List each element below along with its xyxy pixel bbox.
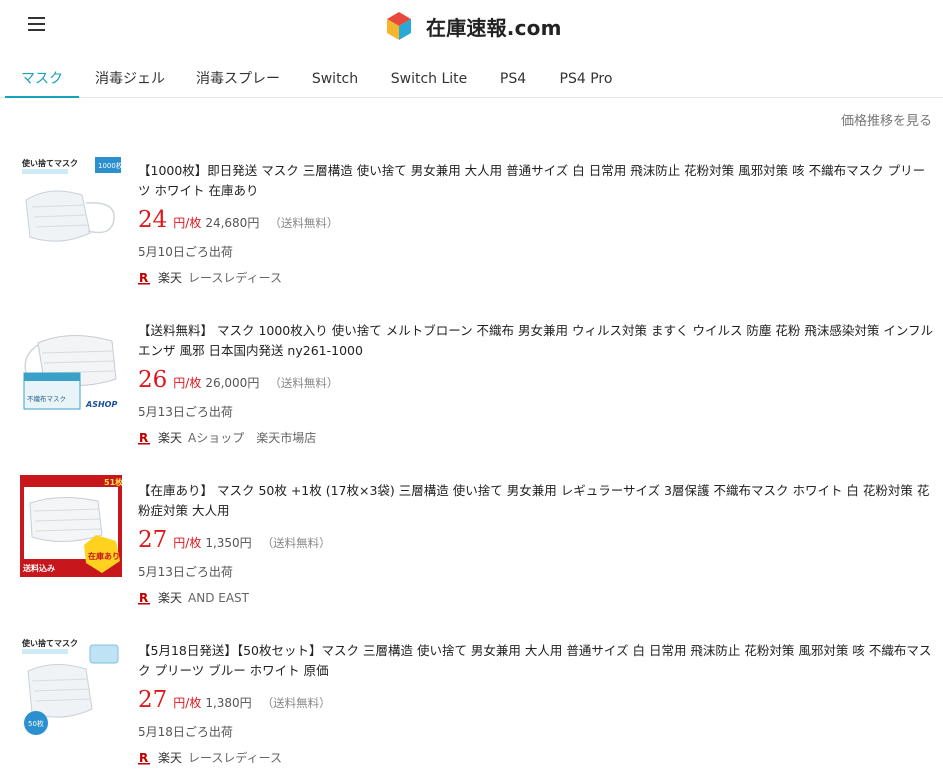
cube-logo-icon xyxy=(387,12,411,40)
delivery-date: 5月13日ごろ出荷 xyxy=(138,565,233,579)
marketplace-name: 楽天 xyxy=(158,271,183,285)
thumb-brand: ASHOP xyxy=(85,400,117,409)
product-item[interactable]: 不織布マスク ASHOP 【送料無料】 マスク 1000枚入り 使い捨て メルト… xyxy=(0,305,943,465)
price-history-link[interactable]: 価格推移を見る xyxy=(841,110,932,129)
tab-ps4-pro[interactable]: PS4 Pro xyxy=(549,60,623,98)
product-image[interactable]: 使い捨てマスク 1000枚 xyxy=(20,155,122,257)
marketplace-name: 楽天 xyxy=(158,751,183,765)
thumb-label: 使い捨てマスク xyxy=(21,638,78,648)
thumb-label: 使い捨てマスク xyxy=(21,158,78,168)
total-price: 26,000円 xyxy=(205,376,260,390)
tab-switch-lite[interactable]: Switch Lite xyxy=(381,60,477,98)
shop-line: R 楽天 Aショップ 楽天市場店 xyxy=(138,429,316,446)
brand[interactable]: 在庫速報.com xyxy=(386,10,562,42)
shop-line: R 楽天 レースレディース xyxy=(138,749,282,766)
rakuten-icon: R xyxy=(138,591,150,605)
unit-price: 24 xyxy=(138,207,168,233)
marketplace-name: 楽天 xyxy=(158,431,183,445)
tab-switch[interactable]: Switch xyxy=(303,60,367,98)
unit-price-suffix: 円/枚 xyxy=(173,696,202,710)
rakuten-icon: R xyxy=(138,431,150,445)
shop-line: R 楽天 AND EAST xyxy=(138,589,249,606)
product-item[interactable]: 使い捨てマスク 50枚 【5月18日発送】【50枚セット】マスク 三層構造 使い… xyxy=(0,625,943,777)
shipping-info: （送料無料） xyxy=(269,216,339,230)
delivery-date: 5月18日ごろ出荷 xyxy=(138,725,233,739)
thumb-stock: 在庫あり xyxy=(88,551,120,561)
unit-price-suffix: 円/枚 xyxy=(173,216,202,230)
tab-sanitizer-gel[interactable]: 消毒ジェル xyxy=(85,60,175,98)
tab-mask[interactable]: マスク xyxy=(5,60,79,98)
shipping-info: （送料無料） xyxy=(261,536,331,550)
shipping-info: （送料無料） xyxy=(269,376,339,390)
price-line: 27 円/枚 1,350円 （送料無料） xyxy=(138,527,331,553)
thumb-label: 不織布マスク xyxy=(27,394,66,403)
total-price: 24,680円 xyxy=(205,216,260,230)
product-image[interactable]: 使い捨てマスク 50枚 xyxy=(20,635,122,737)
unit-price: 27 xyxy=(138,687,168,713)
marketplace-name: 楽天 xyxy=(158,591,183,605)
svg-text:R: R xyxy=(139,751,148,765)
total-price: 1,350円 xyxy=(205,536,252,550)
unit-price: 27 xyxy=(138,527,168,553)
unit-price: 26 xyxy=(138,367,168,393)
hamburger-menu-icon[interactable] xyxy=(26,15,48,35)
delivery-date: 5月13日ごろ出荷 xyxy=(138,405,233,419)
shipping-info: （送料無料） xyxy=(261,696,331,710)
shop-name[interactable]: レースレディース xyxy=(188,749,282,766)
price-line: 27 円/枚 1,380円 （送料無料） xyxy=(138,687,331,713)
svg-text:R: R xyxy=(139,591,148,605)
svg-text:R: R xyxy=(139,271,148,285)
product-title[interactable]: 【在庫あり】 マスク 50枚 +1枚 (17枚×3袋) 三層構造 使い捨て 男女… xyxy=(138,481,933,521)
tab-sanitizer-spray[interactable]: 消毒スプレー xyxy=(186,60,290,98)
total-price: 1,380円 xyxy=(205,696,252,710)
product-image[interactable]: 51枚 送料込み 在庫あり xyxy=(20,475,122,577)
delivery-date: 5月10日ごろ出荷 xyxy=(138,245,233,259)
shop-name[interactable]: Aショップ 楽天市場店 xyxy=(188,429,316,446)
rakuten-icon: R xyxy=(138,751,150,765)
header: 在庫速報.com xyxy=(0,0,943,52)
product-title[interactable]: 【1000枚】即日発送 マスク 三層構造 使い捨て 男女兼用 大人用 普通サイズ… xyxy=(138,161,933,201)
thumb-count: 51枚 xyxy=(104,477,122,487)
thumb-count: 50枚 xyxy=(28,719,44,728)
category-tabs: マスク 消毒ジェル 消毒スプレー Switch Switch Lite PS4 … xyxy=(0,60,943,98)
svg-text:R: R xyxy=(139,431,148,445)
shop-line: R 楽天 レースレディース xyxy=(138,269,282,286)
thumb-count: 1000枚 xyxy=(98,161,122,170)
price-line: 24 円/枚 24,680円 （送料無料） xyxy=(138,207,338,233)
shop-name[interactable]: AND EAST xyxy=(188,591,249,605)
rakuten-icon: R xyxy=(138,271,150,285)
shop-name[interactable]: レースレディース xyxy=(188,269,282,286)
unit-price-suffix: 円/枚 xyxy=(173,536,202,550)
product-image[interactable]: 不織布マスク ASHOP xyxy=(20,315,122,417)
site-title: 在庫速報.com xyxy=(426,15,562,40)
product-item[interactable]: 51枚 送料込み 在庫あり 【在庫あり】 マスク 50枚 +1枚 (17枚×3袋… xyxy=(0,465,943,625)
product-title[interactable]: 【5月18日発送】【50枚セット】マスク 三層構造 使い捨て 男女兼用 大人用 … xyxy=(138,641,933,681)
active-tab-indicator xyxy=(5,96,79,98)
unit-price-suffix: 円/枚 xyxy=(173,376,202,390)
product-item[interactable]: 使い捨てマスク 1000枚 【1000枚】即日発送 マスク 三層構造 使い捨て … xyxy=(0,145,943,305)
price-line: 26 円/枚 26,000円 （送料無料） xyxy=(138,367,338,393)
thumb-label: 送料込み xyxy=(22,563,55,573)
product-title[interactable]: 【送料無料】 マスク 1000枚入り 使い捨て メルトブローン 不織布 男女兼用… xyxy=(138,321,933,361)
tab-ps4[interactable]: PS4 xyxy=(491,60,535,98)
